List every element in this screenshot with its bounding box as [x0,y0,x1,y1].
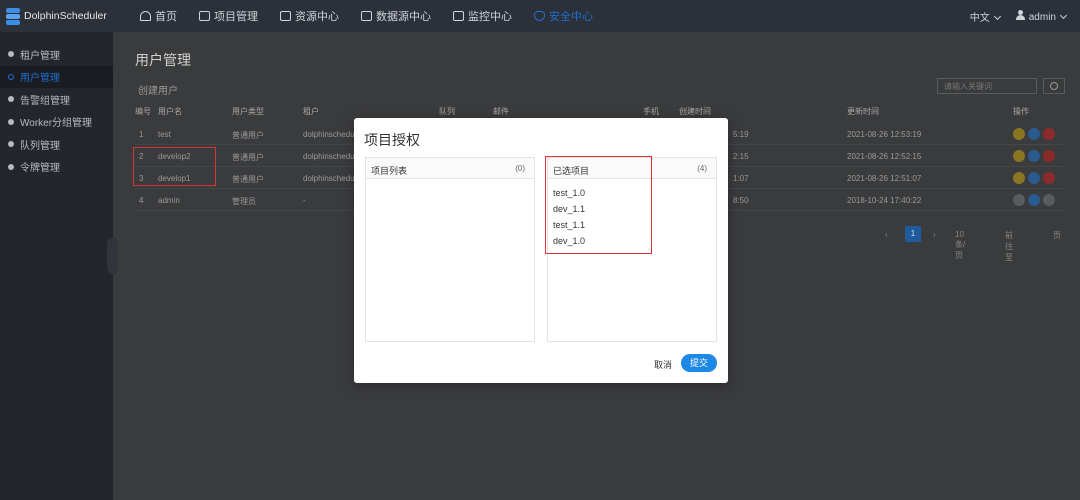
nav-monitor[interactable]: 监控中心 [453,8,512,24]
page-suffix: 页 [1053,231,1061,240]
column-header: 用户类型 [232,107,264,116]
sidebar-item-worker-group[interactable]: Worker分组管理 [0,111,113,134]
panel-count: (0) [515,164,525,173]
user-circle-icon [8,73,14,80]
key-icon [8,163,14,170]
row-actions [1013,128,1058,140]
authorize-icon[interactable] [1013,172,1025,184]
cube-icon [8,118,14,125]
page-number[interactable]: 1 [905,226,921,242]
monitor-icon [453,11,464,21]
app-name: DolphinScheduler [24,10,107,22]
delete-icon [1043,194,1055,206]
dolphin-logo-icon [6,7,20,25]
top-right-controls: 中文 admin [970,0,1068,32]
row-actions [1013,172,1058,184]
column-header: 邮件 [493,107,509,116]
project-authorize-dialog: 项目授权 项目列表 (0) 已选项目 (4) test_1.0 dev_1.1 … [354,118,728,383]
row-actions [1013,194,1058,206]
delete-icon[interactable] [1043,150,1055,162]
create-user-button[interactable]: 创建用户 [138,82,178,97]
delete-icon[interactable] [1043,172,1055,184]
column-header: 编号 [135,107,151,116]
nav-home[interactable]: 首页 [140,8,177,24]
project-icon [199,11,210,21]
app-logo[interactable]: DolphinScheduler [0,7,114,25]
next-page-icon[interactable]: › [933,230,936,239]
authorize-icon [1013,194,1025,206]
highlight-box [545,156,652,254]
nav-datasource[interactable]: 数据源中心 [361,8,431,24]
row-actions [1013,150,1058,162]
sidebar-collapse-handle[interactable] [107,238,117,274]
project-list-panel: 项目列表 (0) [365,157,535,342]
main-nav: 首页 项目管理 资源中心 数据源中心 监控中心 安全中心 [114,0,593,32]
highlight-box [133,147,216,186]
chevron-down-icon [993,12,1001,20]
sidebar-item-users[interactable]: 用户管理 [0,65,113,88]
project-list [366,179,534,185]
authorize-icon[interactable] [1013,150,1025,162]
column-header: 队列 [439,107,455,116]
authorize-icon[interactable] [1013,128,1025,140]
cancel-button[interactable]: 取消 [654,358,672,371]
column-header: 租户 [303,107,319,116]
submit-button[interactable]: 提交 [681,354,717,372]
top-navbar: DolphinScheduler 首页 项目管理 资源中心 数据源中心 监控中心… [0,0,1080,32]
queue-icon [8,141,14,148]
sidebar-item-queue[interactable]: 队列管理 [0,133,113,156]
page-title: 用户管理 [135,52,191,68]
column-header: 用户名 [158,107,182,116]
edit-icon[interactable] [1028,194,1040,206]
panel-header: 项目列表 (0) [366,158,534,179]
panel-count: (4) [697,164,707,173]
column-header: 创建时间 [679,107,711,116]
edit-icon[interactable] [1028,172,1040,184]
edit-icon[interactable] [1028,150,1040,162]
panel-title: 项目列表 [371,166,408,176]
sidebar-item-alert-group[interactable]: 告警组管理 [0,88,113,111]
edit-icon[interactable] [1028,128,1040,140]
nav-resource[interactable]: 资源中心 [280,8,339,24]
delete-icon[interactable] [1043,128,1055,140]
user-menu[interactable]: admin [1015,9,1068,23]
sidebar-item-token[interactable]: 令牌管理 [0,156,113,179]
column-header: 操作 [1013,107,1029,116]
shield-icon [534,11,545,21]
column-header: 更新时间 [847,107,879,116]
sidebar-item-tenant[interactable]: 租户管理 [0,43,113,66]
column-header: 手机 [643,107,659,116]
search-icon[interactable] [1043,78,1065,94]
database-icon [361,11,372,21]
search-input[interactable]: 请输入关键词 [937,78,1037,94]
user-icon [1015,9,1025,20]
dialog-title: 项目授权 [364,132,420,148]
jump-label: 前往至 [1005,231,1013,262]
page-size-select[interactable]: 10条/页 [955,230,965,261]
nav-project[interactable]: 项目管理 [199,8,258,24]
language-select[interactable]: 中文 [970,9,1001,24]
nav-security[interactable]: 安全中心 [534,8,593,24]
prev-page-icon[interactable]: ‹ [885,230,888,239]
warning-icon [8,96,14,103]
chevron-down-icon [1059,11,1068,19]
home-icon [140,11,151,21]
user-icon [8,51,14,58]
folder-icon [280,11,291,21]
sidebar: 租户管理 用户管理 告警组管理 Worker分组管理 队列管理 令牌管理 [0,32,113,500]
